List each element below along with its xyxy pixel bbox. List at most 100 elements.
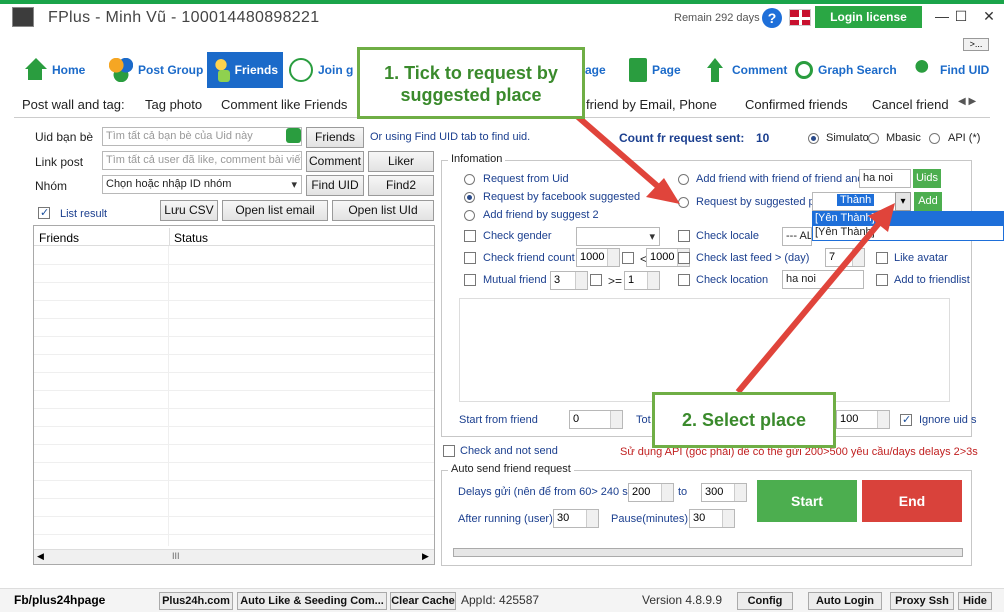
mode-api-radio[interactable] [929, 133, 940, 144]
result-grid[interactable] [33, 225, 435, 565]
request-from-uid-radio[interactable] [464, 174, 475, 185]
add-place-button[interactable]: Add [914, 192, 942, 211]
nav-join-group[interactable]: Join g [284, 52, 358, 88]
mutual-friend-checkbox[interactable] [464, 274, 476, 286]
open-list-uid-button[interactable]: Open list UId [332, 200, 434, 221]
fof-input[interactable]: ha noi [859, 169, 911, 188]
after-running-label: After running (user) [458, 513, 553, 525]
place-option[interactable]: [Yên Thành] [813, 226, 1003, 238]
add-to-friendlist-checkbox[interactable] [876, 274, 888, 286]
nav-page[interactable]: Page [624, 52, 686, 88]
check-not-send-checkbox[interactable] [443, 445, 455, 457]
like-avatar-label: Like avatar [894, 252, 948, 264]
nav-post-group[interactable]: Post Group [104, 52, 208, 88]
delay-to-input[interactable]: 300 [701, 483, 747, 502]
more-button[interactable]: >... [963, 38, 989, 51]
log-textarea[interactable] [459, 298, 950, 402]
comment-button[interactable]: Comment [306, 151, 364, 172]
gender-select[interactable] [576, 227, 660, 246]
tab-friend-by-email[interactable]: friend by Email, Phone [586, 97, 717, 112]
auto-login-button[interactable]: Auto Login [808, 592, 882, 610]
clear-cache-button[interactable]: Clear Cache [390, 592, 456, 610]
col-friends[interactable]: Friends [39, 231, 79, 245]
find-uid-button[interactable]: Find UID [306, 175, 364, 196]
friend-count-min[interactable]: 1000 [576, 248, 620, 267]
find2-button[interactable]: Find2 [368, 175, 434, 196]
tab-tag-photo[interactable]: Tag photo [145, 97, 202, 112]
proxy-ssh-button[interactable]: Proxy Ssh [890, 592, 954, 610]
list-result-checkbox[interactable] [38, 206, 50, 219]
uids-button[interactable]: Uids [913, 169, 941, 188]
liker-button[interactable]: Liker [368, 151, 434, 172]
auto-send-title: Auto send friend request [448, 463, 574, 475]
login-license-button[interactable]: Login license [815, 6, 922, 28]
auto-like-button[interactable]: Auto Like & Seeding Com... [237, 592, 387, 610]
tab-comment-like-friends[interactable]: Comment like Friends [221, 97, 347, 112]
config-button[interactable]: Config [737, 592, 793, 610]
location-input[interactable]: ha noi [782, 270, 864, 289]
home-icon [23, 58, 47, 82]
group-select[interactable]: Chọn hoặc nhập ID nhóm [102, 175, 302, 194]
friends-button[interactable]: Friends [306, 127, 364, 148]
tab-scroll-arrows[interactable]: ◀ ▶ [958, 96, 976, 107]
comment-icon [703, 58, 727, 82]
ignore-uid-checkbox[interactable] [900, 413, 912, 426]
nav-graph-search[interactable]: Graph Search [790, 52, 902, 88]
mutual-friend-min[interactable]: 1 [624, 271, 660, 290]
uid-input[interactable]: Tìm tất cả bạn bè của Uid này [102, 127, 302, 146]
open-list-email-button[interactable]: Open list email [222, 200, 328, 221]
check-friend-count-checkbox[interactable] [464, 252, 476, 264]
place-dropdown-list[interactable]: [Yên Thành] [Yên Thành] [812, 211, 1004, 241]
find-uid-icon [911, 58, 935, 82]
search-icon[interactable] [286, 128, 301, 143]
nav-comment[interactable]: Comment [698, 52, 792, 88]
help-icon[interactable]: ? [762, 8, 782, 28]
hide-button[interactable]: Hide [958, 592, 992, 610]
pause-input[interactable]: 30 [689, 509, 735, 528]
start-button[interactable]: Start [757, 480, 857, 522]
close-icon[interactable]: ✕ [974, 6, 1004, 26]
window-title: FPlus - Minh Vũ - 100014480898221 [48, 9, 320, 26]
request-fb-suggested-radio[interactable] [464, 192, 475, 203]
request-suggested-place-radio[interactable] [678, 197, 689, 208]
mode-mbasic-label: Mbasic [886, 132, 921, 144]
locale-select[interactable]: --- ALI [782, 227, 812, 246]
plus24h-button[interactable]: Plus24h.com [159, 592, 233, 610]
nav-friends[interactable]: Friends [207, 52, 283, 88]
place-option[interactable]: [Yên Thành] [813, 212, 1003, 226]
language-flag-icon[interactable] [789, 9, 811, 26]
mutual-ge-checkbox[interactable] [590, 274, 602, 286]
delay-from-input[interactable]: 200 [628, 483, 674, 502]
grid-hscrollbar[interactable]: ◀ III ▶ [34, 549, 434, 564]
tab-confirmed-friends[interactable]: Confirmed friends [745, 97, 848, 112]
col-status[interactable]: Status [174, 231, 208, 245]
nav-home[interactable]: Home [18, 52, 90, 88]
link-post-input[interactable]: Tìm tất cả user đã like, comment bài viế… [102, 151, 302, 170]
check-location-checkbox[interactable] [678, 274, 690, 286]
check-locale-checkbox[interactable] [678, 230, 690, 242]
pause-label: Pause(minutes) [611, 513, 689, 525]
like-avatar-checkbox[interactable] [876, 252, 888, 264]
uid-label: Uid bạn bè [35, 130, 94, 144]
last-feed-days[interactable]: 7 [825, 248, 865, 267]
total-input[interactable]: 100 [836, 410, 890, 429]
tab-post-wall[interactable]: Post wall and tag: [22, 97, 125, 112]
friend-count-max-checkbox[interactable] [622, 252, 634, 264]
save-csv-button[interactable]: Lưu CSV [160, 200, 218, 221]
tab-cancel-friend[interactable]: Cancel friend [872, 97, 956, 112]
maximize-icon[interactable]: ☐ [946, 6, 976, 26]
add-to-friendlist-label: Add to friendlist a [894, 274, 972, 286]
end-button[interactable]: End [862, 480, 962, 522]
add-by-suggest2-radio[interactable] [464, 210, 475, 221]
check-not-send-label: Check and not send [460, 445, 558, 457]
mutual-friend-max[interactable]: 3 [550, 271, 588, 290]
check-gender-checkbox[interactable] [464, 230, 476, 242]
mode-mbasic-radio[interactable] [868, 133, 879, 144]
place-dropdown-toggle[interactable]: ▾ [895, 192, 911, 211]
start-from-input[interactable]: 0 [569, 410, 623, 429]
add-friend-of-friend-radio[interactable] [678, 174, 689, 185]
nav-find-uid[interactable]: Find UID [906, 52, 994, 88]
check-last-feed-checkbox[interactable] [678, 252, 690, 264]
after-running-input[interactable]: 30 [553, 509, 599, 528]
mode-simulator-radio[interactable] [808, 133, 819, 144]
